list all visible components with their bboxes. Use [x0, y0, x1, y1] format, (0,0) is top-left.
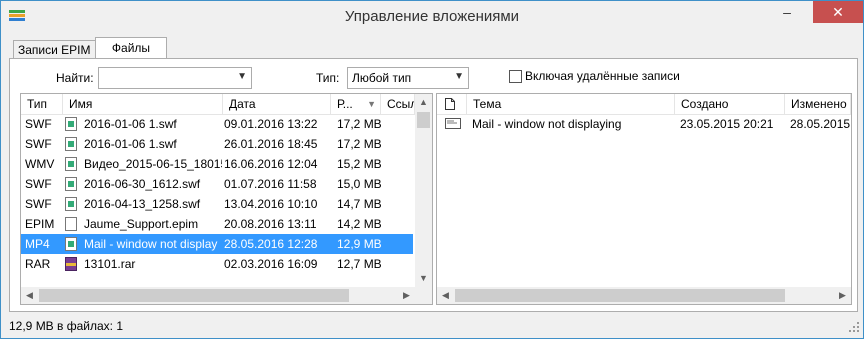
scroll-down-icon[interactable]: ▼ — [415, 270, 432, 287]
records-list[interactable]: Тема Создано Изменено Mail - window not … — [436, 93, 852, 305]
file-name: 2016-04-13_1258.swf — [84, 197, 201, 211]
find-label: Найти: — [56, 71, 94, 85]
col-subject[interactable]: Тема — [467, 94, 675, 114]
col-doc[interactable] — [437, 94, 467, 114]
scroll-corner — [415, 287, 432, 304]
swf-file-icon — [65, 137, 79, 151]
files-panel: Найти: ▼ Тип: Любой тип ▼ Включая удалён… — [9, 58, 858, 312]
file-date: 26.01.2016 18:45 — [224, 137, 318, 151]
file-size: 12,9 MB — [337, 237, 382, 251]
file-date: 02.03.2016 16:09 — [224, 257, 318, 271]
file-name: Jaume_Support.epim — [84, 217, 199, 231]
file-name: 13101.rar — [84, 257, 136, 271]
files-vertical-scrollbar[interactable]: ▲ ▼ — [415, 94, 432, 304]
table-row[interactable]: SWF 2016-06-30_1612.swf 01.07.2016 11:58… — [21, 174, 413, 194]
table-row-selected[interactable]: MP4 Mail - window not display 28.05.2016… — [21, 234, 413, 254]
attachments-window: Управление вложениями – ✕ Записи EPIM Фа… — [0, 0, 864, 339]
file-type: RAR — [25, 257, 51, 271]
table-row[interactable]: Mail - window not displaying 23.05.2015 … — [437, 114, 851, 134]
scroll-thumb[interactable] — [455, 289, 785, 302]
find-combo[interactable]: ▼ — [98, 67, 252, 89]
chevron-down-icon[interactable]: ▼ — [237, 71, 247, 82]
file-type: EPIM — [25, 217, 55, 231]
file-name: 2016-01-06 1.swf — [84, 117, 177, 131]
mp4-file-icon — [65, 237, 79, 251]
scroll-right-icon[interactable]: ▶ — [398, 287, 415, 304]
file-name: 2016-06-30_1612.swf — [84, 177, 201, 191]
file-date: 13.04.2016 10:10 — [224, 197, 318, 211]
col-modified[interactable]: Изменено — [785, 94, 851, 114]
type-label: Тип: — [316, 71, 340, 85]
file-size: 15,2 MB — [337, 157, 382, 171]
file-size: 17,2 MB — [337, 137, 382, 151]
file-size: 17,2 MB — [337, 117, 382, 131]
record-created: 23.05.2015 20:21 — [680, 117, 774, 131]
tab-files[interactable]: Файлы — [95, 37, 167, 59]
include-deleted-checkbox[interactable] — [509, 70, 522, 83]
file-name: 2016-01-06 1.swf — [84, 137, 177, 151]
file-type: SWF — [25, 177, 52, 191]
file-type: SWF — [25, 197, 52, 211]
file-size: 12,7 MB — [337, 257, 382, 271]
records-horizontal-scrollbar[interactable]: ◀ ▶ — [437, 287, 851, 304]
file-type: WMV — [25, 157, 55, 171]
table-row[interactable]: RAR 13101.rar 02.03.2016 16:09 12,7 MB — [21, 254, 413, 274]
resize-grip-icon[interactable] — [849, 322, 859, 332]
file-size: 14,2 MB — [337, 217, 382, 231]
file-date: 28.05.2016 12:28 — [224, 237, 318, 251]
document-icon — [445, 98, 455, 110]
file-type: SWF — [25, 117, 52, 131]
record-subject: Mail - window not displaying — [472, 117, 622, 131]
file-name: Видео_2015-06-15_180152 — [84, 157, 222, 171]
table-row[interactable]: SWF 2016-01-06 1.swf 09.01.2016 13:22 17… — [21, 114, 413, 134]
tab-epim-records[interactable]: Записи EPIM — [13, 40, 99, 59]
type-combo[interactable]: Любой тип ▼ — [347, 67, 469, 89]
scroll-left-icon[interactable]: ◀ — [21, 287, 38, 304]
swf-file-icon — [65, 197, 79, 211]
record-modified: 28.05.2015 — [790, 117, 850, 131]
wmv-file-icon — [65, 157, 79, 171]
rar-file-icon — [65, 257, 79, 271]
scroll-up-icon[interactable]: ▲ — [415, 94, 432, 111]
close-button[interactable]: ✕ — [813, 1, 863, 23]
file-type: SWF — [25, 137, 52, 151]
minimize-button[interactable]: – — [773, 1, 801, 23]
table-row[interactable]: SWF 2016-01-06 1.swf 26.01.2016 18:45 17… — [21, 134, 413, 154]
file-date: 16.06.2016 12:04 — [224, 157, 318, 171]
type-value: Любой тип — [352, 71, 412, 85]
file-size: 14,7 MB — [337, 197, 382, 211]
file-date: 20.08.2016 13:11 — [224, 217, 317, 231]
table-row[interactable]: WMV Видео_2015-06-15_180152 16.06.2016 1… — [21, 154, 413, 174]
files-horizontal-scrollbar[interactable]: ◀ ▶ — [21, 287, 415, 304]
scroll-thumb[interactable] — [417, 112, 430, 128]
scroll-right-icon[interactable]: ▶ — [834, 287, 851, 304]
status-text: 12,9 MB в файлах: 1 — [9, 319, 123, 333]
file-type: MP4 — [25, 237, 50, 251]
swf-file-icon — [65, 177, 79, 191]
scroll-thumb[interactable] — [39, 289, 349, 302]
swf-file-icon — [65, 117, 79, 131]
include-deleted-label[interactable]: Включая удалённые записи — [525, 69, 680, 83]
file-name: Mail - window not display — [84, 237, 218, 251]
mail-icon — [445, 118, 461, 130]
chevron-down-icon[interactable]: ▼ — [454, 71, 464, 82]
scroll-left-icon[interactable]: ◀ — [437, 287, 454, 304]
file-size: 15,0 MB — [337, 177, 382, 191]
status-bar: 12,9 MB в файлах: 1 — [1, 312, 863, 338]
file-date: 01.07.2016 11:58 — [224, 177, 317, 191]
table-row[interactable]: SWF 2016-04-13_1258.swf 13.04.2016 10:10… — [21, 194, 413, 214]
title-bar[interactable]: Управление вложениями – ✕ — [1, 1, 863, 32]
records-list-header: Тема Создано Изменено — [437, 94, 851, 115]
files-list[interactable]: Тип Имя Дата Р... ▼ Ссылка SWF 2016-01-0… — [20, 93, 433, 305]
file-date: 09.01.2016 13:22 — [224, 117, 318, 131]
epim-file-icon — [65, 217, 79, 231]
col-created[interactable]: Создано — [675, 94, 785, 114]
table-row[interactable]: EPIM Jaume_Support.epim 20.08.2016 13:11… — [21, 214, 413, 234]
window-title: Управление вложениями — [344, 8, 520, 25]
